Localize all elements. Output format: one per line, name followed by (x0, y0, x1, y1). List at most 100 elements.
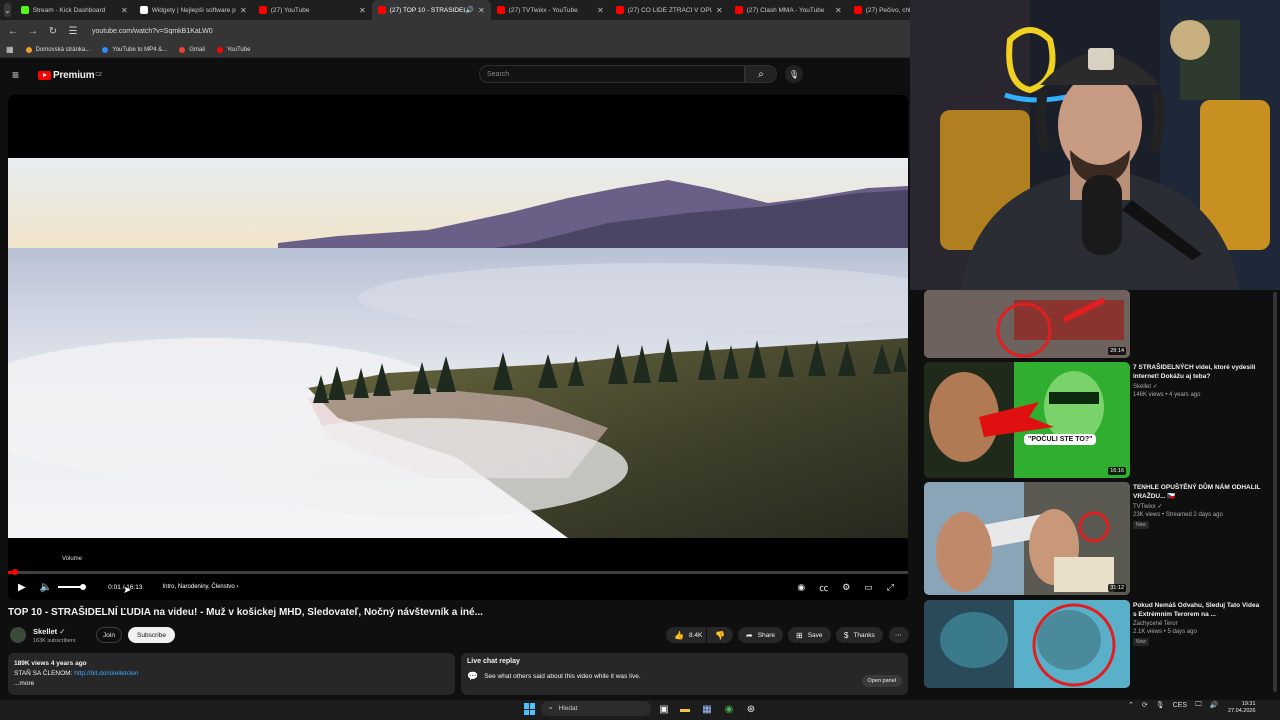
network-icon[interactable]: 🖵 (1195, 701, 1202, 709)
recommendation-meta[interactable]: 7 STRAŠIDELNÝCH videí, ktoré vydesili in… (1133, 363, 1263, 398)
recommendation-channel: Skellet ✓ (1133, 383, 1263, 390)
recommendation-thumbnail[interactable]: "POČULI STE TO?" 16:16 (924, 362, 1130, 478)
language-indicator[interactable]: CES (1173, 702, 1187, 709)
chrome-icon[interactable]: ◉ (722, 702, 736, 716)
apps-icon[interactable]: ▦ (6, 45, 14, 54)
address-bar-row: ← → ↻ ☰ youtube.com/watch?v=SqmkB1KaLW0 (0, 20, 910, 42)
thumbs-up-icon: 👍 (674, 630, 684, 640)
tab-audio-icon[interactable]: 🔊 (465, 6, 474, 14)
dislike-button[interactable]: 👎 (707, 627, 733, 643)
streamer-webcam-image (910, 0, 1280, 290)
search-button[interactable]: ⌕ (745, 65, 777, 83)
recommendation-thumbnail[interactable] (924, 600, 1130, 688)
progress-scrubber[interactable] (12, 569, 18, 575)
recommendation-thumbnail[interactable]: 28:14 (924, 290, 1130, 358)
save-button[interactable]: ⊞ Save (788, 627, 831, 643)
tab-close-icon[interactable]: ✕ (835, 6, 842, 15)
settings-gear-icon[interactable]: ⚙ (842, 582, 850, 593)
like-button[interactable]: 👍 8.4K (666, 627, 706, 643)
tab-close-icon[interactable]: ✕ (240, 6, 247, 15)
volume-knob[interactable] (80, 584, 87, 590)
subscribe-button[interactable]: Subscribe (128, 627, 175, 643)
recommendation-meta[interactable]: Pokud Nemáš Odvahu, Sleduj Tato Videa s … (1133, 601, 1263, 646)
sidebar-scrollbar[interactable] (1273, 292, 1277, 692)
tab-close-icon[interactable]: ✕ (121, 6, 128, 15)
site-info-icon[interactable]: ☰ (66, 26, 80, 37)
description-box[interactable]: 189K views 4 years ago STAŇ SA ČLENOM: h… (8, 653, 455, 695)
tab-title: Stream - Kick Dashboard (32, 6, 106, 14)
bookmark-item[interactable]: YouTube (216, 46, 250, 53)
open-panel-button[interactable]: Open panel (861, 675, 902, 687)
verified-icon: ✓ (59, 627, 66, 636)
chapter-title[interactable]: Intro, Narodeniny, Členstvo › (163, 584, 239, 590)
voice-search-button[interactable]: 🎙 (785, 65, 803, 83)
chat-bubble-icon: 💬 (467, 671, 479, 681)
browser-tab[interactable]: (27) YouTube ✕ (253, 0, 372, 20)
channel-label: TVTwixx (1133, 504, 1156, 510)
browser-tab[interactable]: (27) Clash MMA - YouTube ✕ (729, 0, 848, 20)
browser-tab[interactable]: Stream - Kick Dashboard ✕ (15, 0, 134, 20)
hamburger-menu-icon[interactable]: ≡ (12, 68, 26, 82)
forward-icon[interactable]: → (26, 26, 40, 37)
tab-close-icon[interactable]: ✕ (716, 6, 723, 15)
store-icon[interactable]: ▦ (700, 702, 714, 716)
autoplay-toggle-icon[interactable]: ◉ (797, 582, 805, 593)
tab-close-icon[interactable]: ✕ (478, 6, 485, 15)
back-icon[interactable]: ← (6, 26, 20, 37)
bookmarks-bar: ▦ Domovská stránka... YouTube to MP4 &...… (0, 42, 910, 58)
chevron-up-icon[interactable]: ⌃ (1128, 701, 1134, 709)
recommendation-meta[interactable]: TENHLE OPUŠTĚNÝ DŮM NÁM ODHALIL VRAŽDU..… (1133, 483, 1263, 529)
microphone-icon[interactable]: 🎙 (1156, 701, 1165, 709)
join-button[interactable]: Join (96, 627, 122, 643)
share-button[interactable]: ➦ Share (738, 627, 784, 643)
browser-tab[interactable]: (27) TOP 10 - STRAŠIDELNÍ 🔊 ✕ (371, 0, 491, 20)
windows-start-icon[interactable] (524, 703, 536, 715)
bookmark-item[interactable]: YouTube to MP4 &... (102, 46, 167, 53)
thumbnail-image (924, 600, 1130, 688)
play-icon[interactable]: ▶ (18, 582, 26, 593)
fullscreen-icon[interactable]: ⤢ (887, 582, 894, 593)
video-frame[interactable] (8, 158, 908, 538)
progress-bar[interactable] (8, 571, 908, 574)
bookmark-item[interactable]: Domovská stránka... (25, 46, 90, 53)
video-player[interactable] (8, 95, 908, 600)
file-explorer-icon[interactable]: ▬ (678, 702, 692, 716)
sync-icon[interactable]: ⟳ (1142, 701, 1148, 709)
channel-name[interactable]: Skellet ✓ (33, 627, 66, 636)
live-chat-replay-panel: Live chat replay 💬 See what others said a… (461, 653, 908, 695)
bookmark-item[interactable]: Gmail (179, 46, 205, 53)
browser-tab[interactable]: (27) TVTwixx - YouTube ✕ (491, 0, 610, 20)
theater-mode-icon[interactable]: ▭ (864, 582, 873, 593)
taskbar-search-input[interactable]: ⌕ Hledat (541, 701, 651, 716)
tab-favicon-icon (258, 6, 267, 14)
thanks-button[interactable]: $ Thanks (836, 627, 883, 643)
channel-name-text: Skellet (33, 627, 58, 636)
browser-tab[interactable]: Widgety | Nejlepší software pro ✕ (134, 0, 253, 20)
youtube-premium-logo[interactable]: Premium CZ (38, 70, 102, 81)
tab-title: (27) CO LIDÉ ZTRÁCÍ V OPUŠTĚ (627, 6, 712, 14)
player-controls: ▶ 🔈 0:01 / 16:13 Intro, Narodeniny, Člen… (8, 579, 908, 595)
url-field[interactable]: youtube.com/watch?v=SqmkB1KaLW0 (92, 28, 213, 35)
browser-tab[interactable]: (27) CO LIDÉ ZTRÁCÍ V OPUŠTĚ ✕ (610, 0, 729, 20)
subtitles-icon[interactable]: ㏄ (819, 581, 828, 594)
volume-slider[interactable] (58, 584, 87, 590)
tab-search-icon[interactable]: ⌄ (4, 3, 11, 17)
tab-close-icon[interactable]: ✕ (359, 6, 366, 15)
tab-close-icon[interactable]: ✕ (597, 6, 604, 15)
microphone-icon: 🎙 (788, 69, 800, 79)
description-more[interactable]: ...more (14, 679, 449, 689)
description-line: STAŇ SA ČLENOM: http://bit.do/skelletcle… (14, 669, 449, 679)
task-view-icon[interactable]: ▣ (657, 702, 671, 716)
search-input[interactable]: Search (479, 65, 745, 83)
recommendation-thumbnail[interactable]: 31:12 (924, 482, 1130, 595)
description-link[interactable]: http://bit.do/skelletclen (74, 670, 138, 677)
bookmark-favicon-icon (179, 46, 186, 53)
app-icon[interactable]: ⊛ (744, 702, 758, 716)
channel-avatar[interactable] (10, 627, 26, 643)
volume-icon[interactable]: 🔊 (1210, 701, 1219, 709)
reload-icon[interactable]: ↻ (46, 26, 60, 37)
new-badge: New (1133, 521, 1150, 529)
volume-icon[interactable]: 🔈 (40, 582, 52, 593)
more-actions-button[interactable]: ⋯ (889, 627, 909, 643)
taskbar-clock[interactable]: 19:31 27.04.2026 (1228, 701, 1256, 715)
